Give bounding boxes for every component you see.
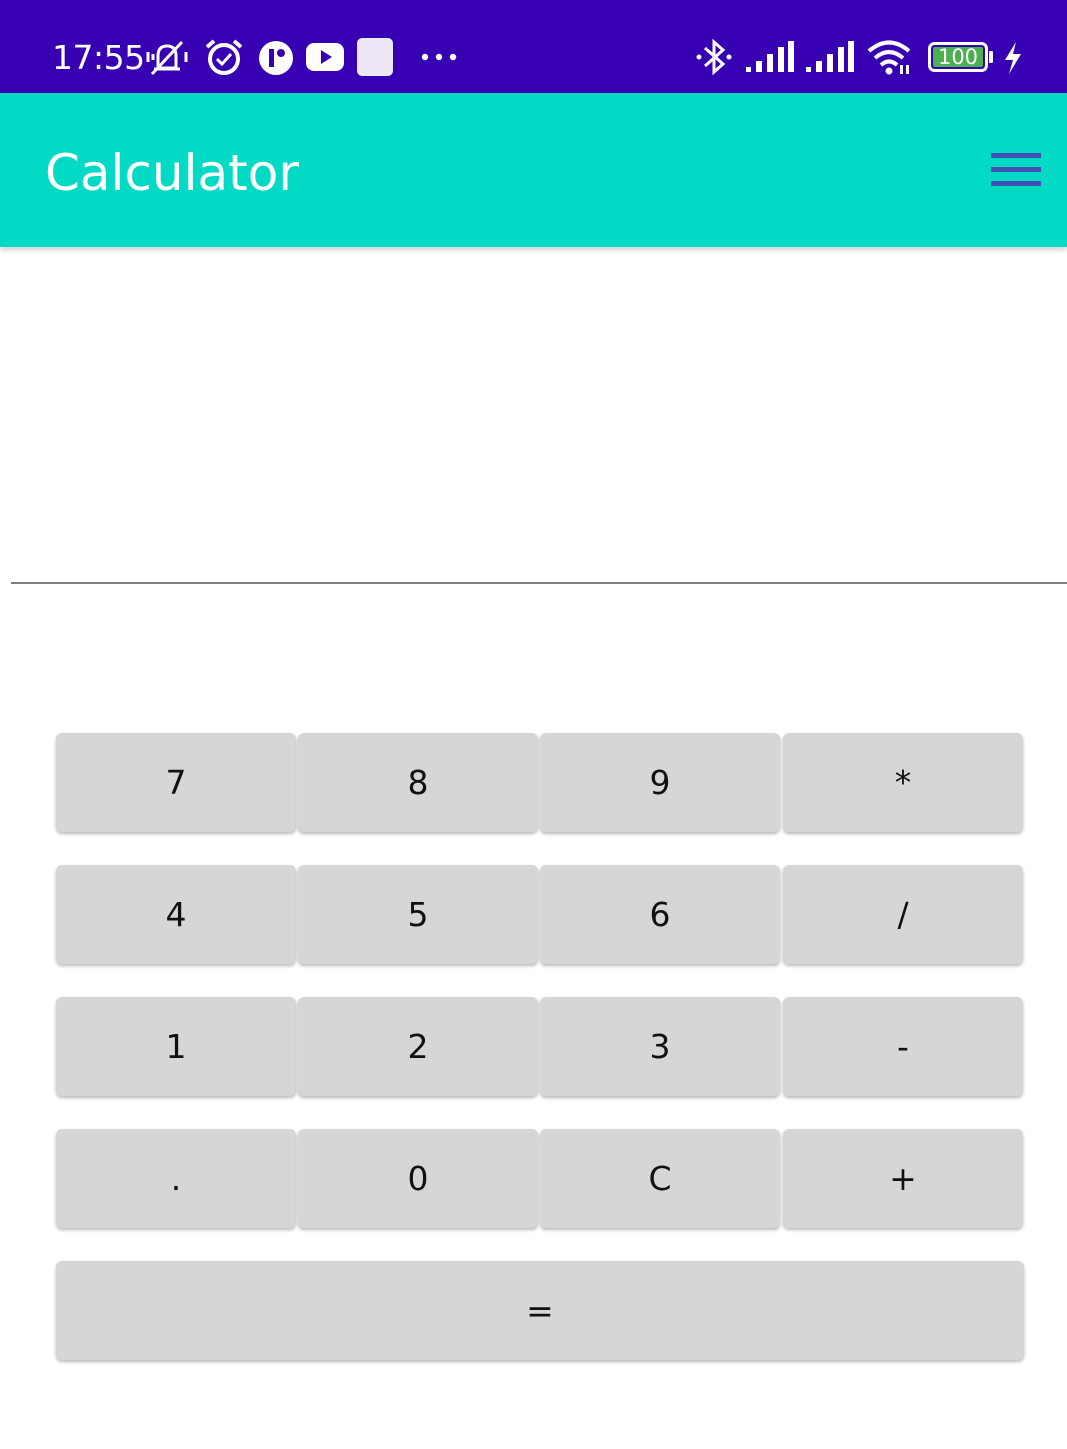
hamburger-menu-icon[interactable]	[989, 149, 1043, 189]
key-0[interactable]: 0	[298, 1129, 538, 1228]
calculator-display[interactable]	[11, 260, 1067, 580]
display-underline	[11, 582, 1067, 584]
mute-vibrate-icon	[146, 40, 188, 76]
key-equals[interactable]: =	[56, 1261, 1024, 1360]
key-3[interactable]: 3	[540, 997, 780, 1096]
key-decimal[interactable]: .	[56, 1129, 296, 1228]
key-6[interactable]: 6	[540, 865, 780, 964]
key-multiply[interactable]: *	[783, 733, 1023, 832]
wifi-icon	[867, 40, 911, 75]
key-9[interactable]: 9	[540, 733, 780, 832]
battery-icon: 100	[928, 42, 994, 72]
bluetooth-icon	[696, 38, 732, 76]
key-add[interactable]: +	[783, 1129, 1023, 1228]
key-1[interactable]: 1	[56, 997, 296, 1096]
app-bar: Calculator	[0, 93, 1067, 247]
app-title: Calculator	[45, 144, 299, 202]
key-5[interactable]: 5	[298, 865, 538, 964]
app-notification-icon	[259, 41, 293, 75]
key-8[interactable]: 8	[298, 733, 538, 832]
status-time: 17:55	[52, 38, 145, 77]
signal-1-icon	[746, 41, 794, 72]
key-2[interactable]: 2	[298, 997, 538, 1096]
signal-2-icon	[806, 41, 854, 72]
status-bar: 17:55 100	[0, 0, 1067, 93]
battery-level: 100	[937, 45, 979, 69]
alarm-icon	[205, 39, 243, 75]
key-4[interactable]: 4	[56, 865, 296, 964]
youtube-icon	[306, 43, 344, 71]
key-clear[interactable]: C	[540, 1129, 780, 1228]
key-divide[interactable]: /	[783, 865, 1023, 964]
charging-icon	[1005, 42, 1021, 74]
key-subtract[interactable]: -	[783, 997, 1023, 1096]
key-7[interactable]: 7	[56, 733, 296, 832]
more-dots-icon	[421, 53, 457, 61]
square-notification-icon	[357, 38, 393, 76]
